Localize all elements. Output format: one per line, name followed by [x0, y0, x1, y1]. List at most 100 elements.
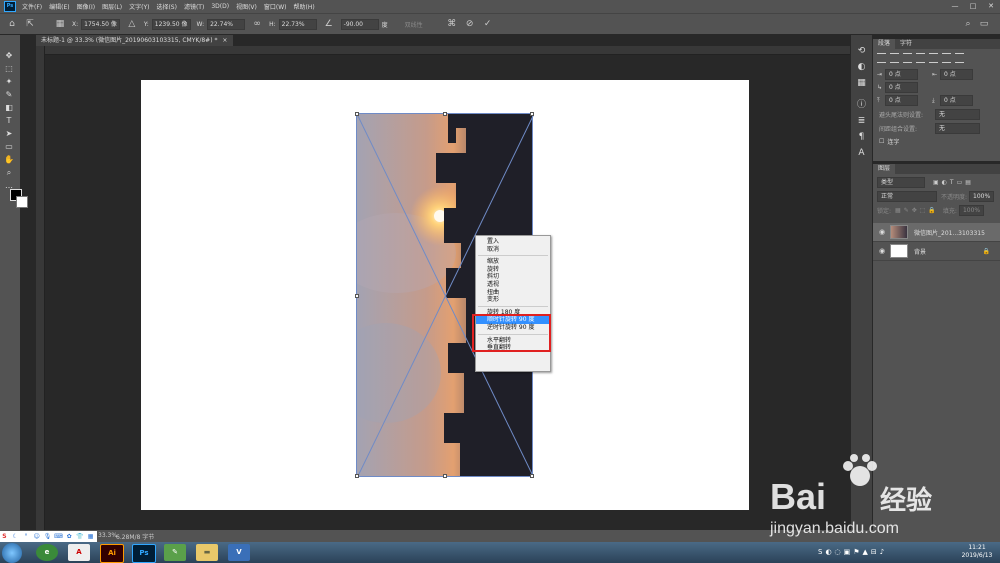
align-center-icon[interactable]	[890, 53, 899, 63]
menu-view[interactable]: 视图(V)	[236, 2, 257, 11]
space-before-input[interactable]: 0 点	[885, 95, 918, 106]
transform-handle-tr[interactable]	[530, 112, 534, 116]
y-input[interactable]: 1239.50 像	[151, 18, 191, 30]
transform-handle-br[interactable]	[530, 474, 534, 478]
document-info[interactable]: 6.28M/8 字节	[116, 532, 154, 541]
type-tool-icon[interactable]: T	[0, 114, 18, 127]
background-color-swatch[interactable]	[16, 196, 28, 208]
feather-app-icon[interactable]: ✎	[164, 544, 186, 561]
menu-image[interactable]: 图像(I)	[77, 2, 95, 11]
warp-icon[interactable]: ⌘	[446, 18, 458, 30]
browser-360-icon[interactable]: e	[36, 544, 58, 561]
history-icon[interactable]: ⟲	[851, 43, 872, 59]
reference-point-icon[interactable]: ▦	[54, 18, 66, 30]
sogou-ime-icon[interactable]: S	[0, 532, 9, 541]
menu-item-skew[interactable]: 斜切	[476, 273, 550, 281]
layer-row[interactable]: ◉ 微信图片_201...3103315	[873, 223, 1000, 242]
workspace-icon[interactable]: ▭	[978, 18, 990, 30]
path-select-tool-icon[interactable]: ➤	[0, 127, 18, 140]
illustrator-icon[interactable]: Ai	[100, 544, 124, 563]
menu-item-scale[interactable]: 缩放	[476, 258, 550, 266]
skin-icon[interactable]: ✿	[65, 532, 74, 541]
menu-edit[interactable]: 编辑(E)	[49, 2, 69, 11]
visibility-eye-icon[interactable]: ◉	[877, 228, 887, 236]
zoom-level[interactable]: 33.3%	[98, 532, 117, 539]
menu-help[interactable]: 帮助(H)	[294, 2, 315, 11]
justify-left-icon[interactable]	[916, 53, 925, 63]
minimize-button[interactable]: —	[946, 0, 964, 13]
tab-layers[interactable]: 图层	[873, 164, 896, 174]
hyphenate-checkbox[interactable]: ☐	[879, 138, 884, 145]
search-icon[interactable]: ⌕	[962, 18, 974, 30]
pdf-reader-icon[interactable]: A	[68, 544, 90, 561]
menu-item-place[interactable]: 置入	[476, 238, 550, 246]
layer-filter-select[interactable]: 类型	[877, 177, 925, 188]
kinsoku-select[interactable]: 无	[935, 109, 980, 120]
transform-handle-bl[interactable]	[355, 474, 359, 478]
taskbar-clock[interactable]: 11:21 2019/6/13	[958, 544, 996, 562]
marquee-tool-icon[interactable]: ⬚	[0, 62, 18, 75]
mic-icon[interactable]: 🎙	[43, 532, 52, 541]
shirt-icon[interactable]: 👕	[75, 532, 84, 541]
info-icon[interactable]: ⓘ	[851, 97, 872, 113]
paragraph-icon[interactable]: ¶	[851, 129, 872, 145]
eraser-tool-icon[interactable]: ◧	[0, 101, 18, 114]
angle-input[interactable]: -90.00	[340, 18, 379, 30]
eyedropper-tool-icon[interactable]: ✎	[0, 88, 18, 101]
move-tool-icon[interactable]: ✥	[0, 49, 18, 62]
interpolation-select[interactable]: 双线性	[405, 20, 423, 29]
mojikumi-select[interactable]: 无	[935, 123, 980, 134]
fill-input[interactable]: 100%	[958, 205, 985, 216]
commit-transform-icon[interactable]: ✓	[482, 18, 494, 30]
justify-right-icon[interactable]	[942, 53, 951, 63]
moon-icon[interactable]: ☾	[11, 532, 20, 541]
home-icon[interactable]: ⌂	[6, 18, 18, 30]
indent-first-input[interactable]: 0 点	[885, 82, 918, 93]
menu-item-perspective[interactable]: 透视	[476, 281, 550, 289]
maximize-button[interactable]: □	[964, 0, 982, 13]
transform-handle-tl[interactable]	[355, 112, 359, 116]
document-tab[interactable]: 未标题-1 @ 33.3% (微信图片_20190603103315, CMYK…	[36, 35, 233, 46]
folder-icon[interactable]: ▬	[196, 544, 218, 561]
link-icon[interactable]: ∞	[251, 18, 263, 30]
tab-paragraph[interactable]: 段落	[873, 39, 896, 49]
menu-item-warp[interactable]: 变形	[476, 296, 550, 304]
menu-layer[interactable]: 图层(L)	[102, 2, 122, 11]
transform-handle-l[interactable]	[355, 294, 359, 298]
lock-icons[interactable]: ▦✎✥⬚🔒	[895, 207, 939, 214]
toolbox-icon[interactable]: ▦	[86, 532, 95, 541]
align-right-icon[interactable]	[903, 53, 912, 63]
transform-handle-b[interactable]	[443, 474, 447, 478]
system-tray-icons[interactable]: S◐◌▣⚑▲⊟♪	[818, 548, 887, 556]
character-icon[interactable]: A	[851, 145, 872, 161]
keyboard-icon[interactable]: ⌨	[54, 532, 63, 541]
close-tab-icon[interactable]: ×	[222, 37, 227, 44]
transform-tool-icon[interactable]: ⇱	[24, 18, 36, 30]
shape-tool-icon[interactable]: ▭	[0, 140, 18, 153]
wand-tool-icon[interactable]: ✦	[0, 75, 18, 88]
punct-icon[interactable]: °	[22, 532, 31, 541]
w-input[interactable]: 22.74%	[207, 18, 246, 30]
close-window-button[interactable]: ✕	[982, 0, 1000, 13]
swatches-icon[interactable]: ▦	[851, 75, 872, 91]
photoshop-taskbar-icon[interactable]: Ps	[132, 544, 156, 563]
indent-left-input[interactable]: 0 点	[885, 69, 918, 80]
justify-center-icon[interactable]	[929, 53, 938, 63]
align-left-icon[interactable]	[877, 53, 886, 63]
menu-item-cancel[interactable]: 取消	[476, 246, 550, 254]
zoom-tool-icon[interactable]: ⌕	[0, 166, 18, 179]
app-v-icon[interactable]: V	[228, 544, 250, 561]
menu-filter[interactable]: 滤镜(T)	[184, 2, 204, 11]
menu-type[interactable]: 文字(Y)	[129, 2, 149, 11]
hand-tool-icon[interactable]: ✋	[0, 153, 18, 166]
blend-mode-select[interactable]: 正常	[877, 191, 937, 202]
tab-character[interactable]: 字符	[895, 39, 917, 49]
properties-icon[interactable]: ≣	[851, 113, 872, 129]
visibility-eye-icon[interactable]: ◉	[877, 247, 887, 255]
opacity-input[interactable]: 100%	[969, 191, 995, 202]
ruler-horizontal[interactable]	[36, 46, 850, 55]
emoji-icon[interactable]: ☺	[32, 532, 41, 541]
menu-window[interactable]: 窗口(W)	[264, 2, 287, 11]
menu-select[interactable]: 选择(S)	[156, 2, 177, 11]
menu-file[interactable]: 文件(F)	[22, 2, 42, 11]
